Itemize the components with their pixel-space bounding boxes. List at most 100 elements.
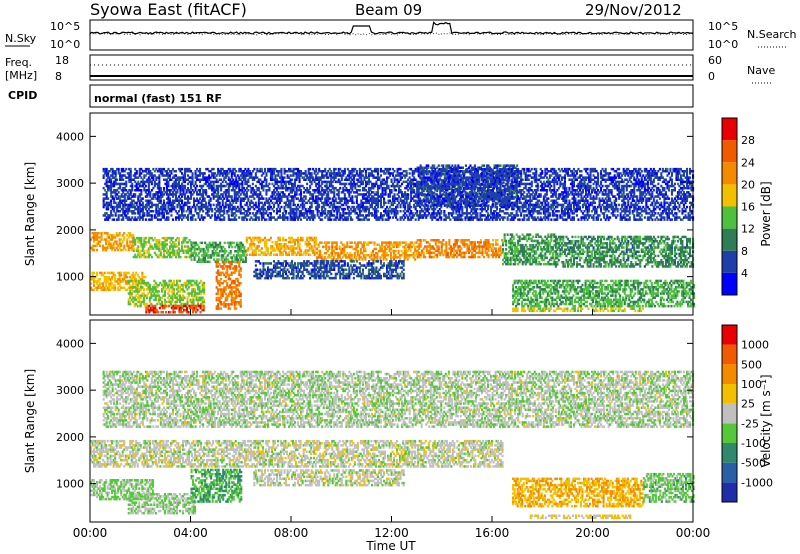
heatmap-cell [217,290,220,293]
heatmap-cell [518,302,521,306]
heatmap-cell [230,263,233,266]
heatmap-cell [622,246,625,249]
heatmap-cell [487,253,490,257]
heatmap-cell [639,235,642,239]
heatmap-cell [422,251,425,255]
heatmap-cell [93,271,96,275]
heatmap-cell [667,237,670,241]
heatmap-cell [335,241,338,244]
heatmap-cell [662,298,665,302]
heatmap-cell [643,298,646,302]
heatmap-cell [427,164,430,167]
heatmap-cell [379,274,382,278]
heatmap-cell [179,255,182,259]
heatmap-cell [372,260,375,263]
heatmap-cell [285,238,288,242]
heatmap-cell [220,277,223,281]
heatmap-cell [457,239,460,242]
heatmap-cell [650,281,653,285]
heatmap-cell [667,304,670,308]
heatmap-cell [554,235,557,238]
heatmap-cell [256,268,259,271]
freq-label-line2: [MHz] [5,69,37,82]
heatmap-cell [173,249,176,252]
heatmap-cell [158,239,161,242]
heatmap-cell [555,300,558,304]
freq-panel: Freq. [MHz] 18 8 60 0 Nave [5,54,775,84]
heatmap-cell [352,260,355,263]
heatmap-cell [226,282,229,285]
freq-label-line1: Freq. [5,56,32,69]
heatmap-cell [253,243,256,246]
heatmap-cell [361,268,364,271]
heatmap-cell [661,261,664,264]
heatmap-cell [620,283,623,287]
heatmap-cell [402,260,405,263]
heatmap-cell [626,279,629,283]
heatmap-cell [160,300,163,304]
heatmap-cell [350,241,353,244]
heatmap-cell [505,239,508,243]
power-heatmap-cells [90,164,696,314]
heatmap-cell [390,260,393,263]
heatmap-cell [606,242,609,245]
heatmap-cell [629,279,632,283]
heatmap-cell [419,239,422,242]
heatmap-cell [376,260,379,263]
heatmap-cell [157,311,160,314]
heatmap-cell [385,258,388,261]
heatmap-cell [96,273,99,277]
heatmap-cell [646,292,649,295]
heatmap-cell [239,273,242,277]
heatmap-cell [625,288,628,291]
heatmap-cell [124,248,127,252]
heatmap-cell [689,240,692,243]
heatmap-cell [172,279,175,283]
heatmap-cell [236,277,239,281]
heatmap-cell [670,304,673,308]
heatmap-cell [185,236,188,240]
heatmap-cell [245,253,248,256]
heatmap-cell [653,304,656,308]
heatmap-cell [123,244,126,248]
heatmap-cell [100,232,103,235]
heatmap-cell [238,261,241,264]
heatmap-cell [133,286,136,289]
heatmap-cell [614,307,617,310]
heatmap-cell [231,245,234,249]
heatmap-cell [641,307,644,310]
heatmap-cell [141,271,144,275]
heatmap-cell [610,235,613,239]
heatmap-cell [675,244,678,247]
noise-sky-label: N.Sky [5,32,37,45]
heatmap-cell [557,290,560,293]
heatmap-cell [150,255,153,259]
heatmap-cell [634,286,637,289]
heatmap-cell [374,247,377,251]
heatmap-cell [654,254,657,258]
heatmap-cell [681,240,684,243]
heatmap-cell [473,241,476,244]
heatmap-cell [93,248,96,252]
heatmap-cell [603,235,606,239]
heatmap-cell [558,279,561,283]
freq-tick-bottom: 8 [55,70,62,83]
heatmap-cell [327,260,330,263]
heatmap-cell [196,308,199,312]
heatmap-cell [576,307,579,310]
heatmap-cell [309,253,312,256]
heatmap-cell [618,237,621,241]
heatmap-cell [217,258,220,261]
heatmap-cell [266,247,269,250]
heatmap-cell [223,241,226,245]
heatmap-cell [118,232,121,235]
heatmap-cell [516,307,519,310]
heatmap-cell [689,237,692,241]
heatmap-cell [132,281,135,285]
heatmap-cell [623,307,626,310]
heatmap-cell [427,172,430,176]
heatmap-cell [645,240,648,243]
heatmap-cell [483,255,486,259]
heatmap-cell [502,248,505,251]
heatmap-cell [577,235,580,239]
